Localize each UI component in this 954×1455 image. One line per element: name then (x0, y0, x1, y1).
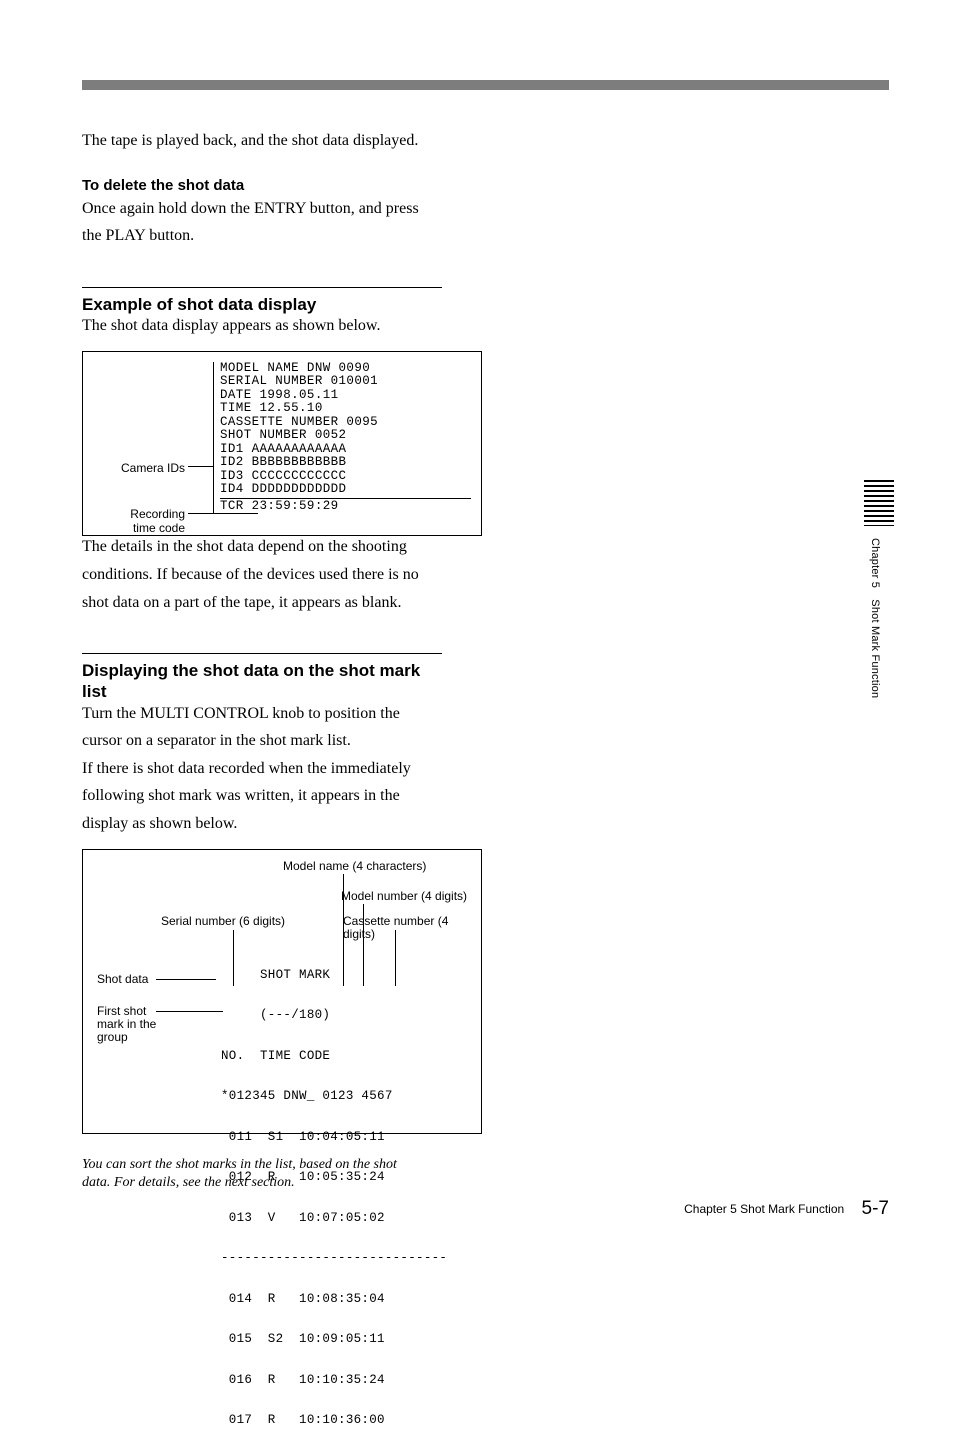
osd-line: SHOT MARK (221, 969, 447, 983)
label-serial-number: Serial number (6 digits) (161, 915, 285, 928)
osd-line: ID3 CCCCCCCCCCCC (220, 470, 471, 484)
osd-screen: SHOT MARK (---/180) NO. TIME CODE *01234… (221, 942, 447, 1455)
osd-line: 017 R 10:10:36:00 (221, 1414, 447, 1428)
example-heading: Example of shot data display (82, 287, 442, 315)
list-text: display as shown below. (82, 813, 502, 835)
page-footer: Chapter 5 Shot Mark Function 5-7 (684, 1196, 889, 1222)
osd-line: NO. TIME CODE (221, 1050, 447, 1064)
osd-line: ----------------------------- (221, 1252, 447, 1266)
example-text: The shot data display appears as shown b… (82, 315, 502, 337)
list-heading: Displaying the shot data on the shot mar… (82, 653, 442, 703)
label-first-shot: First shot mark in the group (97, 1005, 156, 1045)
osd-line: 011 S1 10:04:05:11 (221, 1131, 447, 1145)
main-column: The tape is played back, and the shot da… (82, 130, 502, 1192)
tab-text: Chapter 5 Shot Mark Function (867, 538, 882, 698)
osd-line: ID4 DDDDDDDDDDDD (220, 483, 471, 497)
osd-line: 014 R 10:08:35:04 (221, 1293, 447, 1307)
shot-mark-list-display: Model name (4 characters) Model number (… (82, 849, 482, 1134)
list-text: Turn the MULTI CONTROL knob to position … (82, 703, 502, 725)
osd-line: *012345 DNW_ 0123 4567 (221, 1090, 447, 1104)
label-model-name: Model name (4 characters) (283, 860, 426, 873)
tab-stripes-icon (864, 480, 894, 526)
osd-line: 015 S2 10:09:05:11 (221, 1333, 447, 1347)
list-text: If there is shot data recorded when the … (82, 758, 502, 780)
label-camera-ids: Camera IDs (95, 460, 185, 476)
osd-line: CASSETTE NUMBER 0095 (220, 416, 471, 430)
osd-line: ID1 AAAAAAAAAAAA (220, 443, 471, 457)
intro-text: The tape is played back, and the shot da… (82, 130, 502, 152)
chapter-tab: Chapter 5 Shot Mark Function (856, 480, 894, 720)
osd-line: 013 V 10:07:05:02 (221, 1212, 447, 1226)
label-line: First shot (97, 1004, 146, 1018)
lead-line (156, 1011, 223, 1012)
label-line: Recording (130, 507, 185, 521)
label-line: time code (133, 521, 185, 535)
osd-line: 016 R 10:10:35:24 (221, 1374, 447, 1388)
lead-line (156, 979, 216, 980)
label-shot-data: Shot data (97, 973, 148, 986)
osd-line: ID2 BBBBBBBBBBBB (220, 456, 471, 470)
label-line: group (97, 1030, 128, 1044)
delete-heading: To delete the shot data (82, 176, 502, 196)
list-text: following shot mark was written, it appe… (82, 785, 502, 807)
osd-screen: MODEL NAME DNW 0090 SERIAL NUMBER 010001… (213, 362, 471, 514)
page: The tape is played back, and the shot da… (0, 0, 954, 1244)
header-bar (82, 80, 889, 90)
osd-line: 012 R 10:05:35:24 (221, 1171, 447, 1185)
osd-line: (---/180) (221, 1009, 447, 1023)
osd-line: MODEL NAME DNW 0090 (220, 362, 471, 376)
details-text: conditions. If because of the devices us… (82, 564, 502, 586)
osd-line: TCR 23:59:59:29 (220, 500, 471, 514)
label-model-number: Model number (4 digits) (341, 890, 467, 903)
delete-text: Once again hold down the ENTRY button, a… (82, 198, 502, 220)
label-line: mark in the (97, 1017, 156, 1031)
footer-chapter: Chapter 5 Shot Mark Function (684, 1202, 844, 1216)
osd-line: DATE 1998.05.11 (220, 389, 471, 403)
details-text: The details in the shot data depend on t… (82, 536, 502, 558)
osd-line: SHOT NUMBER 0052 (220, 429, 471, 443)
osd-block-a: MODEL NAME DNW 0090 SERIAL NUMBER 010001… (220, 362, 471, 499)
lead-line (188, 513, 258, 514)
osd-line: TIME 12.55.10 (220, 402, 471, 416)
delete-text: the PLAY button. (82, 225, 502, 247)
details-text: shot data on a part of the tape, it appe… (82, 592, 502, 614)
osd-line: SERIAL NUMBER 010001 (220, 375, 471, 389)
page-number: 5-7 (862, 1198, 889, 1219)
label-recording-tc: Recording time code (95, 507, 185, 536)
list-text: cursor on a separator in the shot mark l… (82, 730, 502, 752)
lead-line (188, 466, 214, 467)
shot-data-display: Camera IDs Recording time code MODEL NAM… (82, 351, 482, 537)
